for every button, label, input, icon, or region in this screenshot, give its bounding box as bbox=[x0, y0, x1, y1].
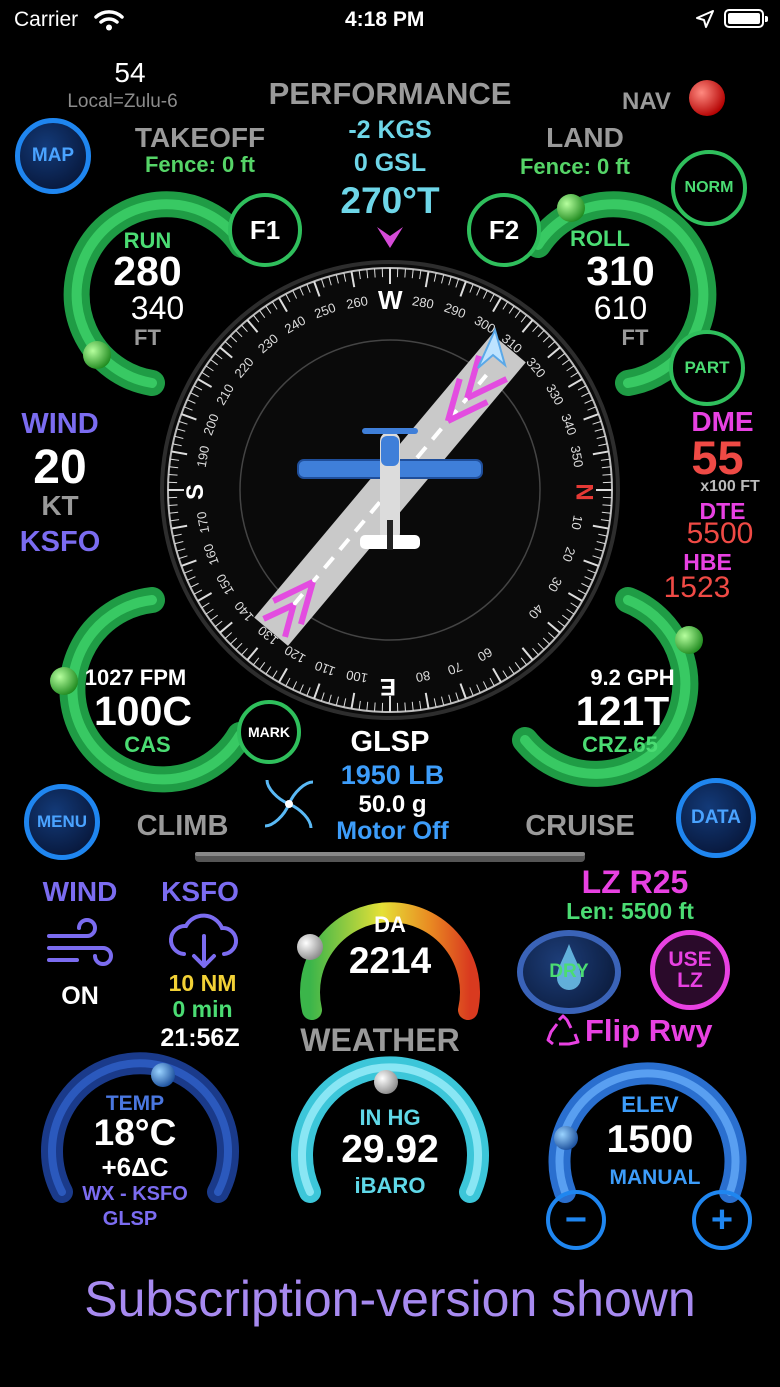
wind-label: WIND bbox=[21, 408, 99, 440]
baro-source: iBARO bbox=[354, 1173, 426, 1198]
compass-north: N bbox=[570, 483, 598, 501]
gsl-readout: 0 GSL bbox=[353, 149, 427, 177]
use-lz-label-line1: USE bbox=[668, 948, 712, 971]
dry-button[interactable]: DRY bbox=[517, 930, 621, 1014]
mark-button[interactable]: MARK bbox=[237, 700, 301, 764]
elev-value[interactable]: 1500 bbox=[575, 1118, 725, 1162]
motor-state: Motor Off bbox=[336, 817, 449, 845]
compass-east: E bbox=[380, 673, 397, 700]
wind-unit: KT bbox=[41, 490, 79, 521]
flip-runway[interactable]: Flip Rwy bbox=[585, 1013, 712, 1049]
nav-label: NAV bbox=[622, 88, 671, 115]
land-unit: FT bbox=[621, 325, 649, 350]
land-label: LAND bbox=[546, 122, 624, 153]
menu-button-label: MENU bbox=[36, 812, 88, 831]
temp-delta: +6ΔC bbox=[101, 1152, 169, 1182]
part-button[interactable]: PART bbox=[669, 330, 745, 406]
climb-label: CLIMB bbox=[136, 810, 229, 842]
norm-button[interactable]: NORM bbox=[671, 150, 747, 226]
weather-wind-label: WIND bbox=[42, 876, 118, 907]
weather-station: KSFO bbox=[161, 876, 239, 907]
zulu-minutes: 54 bbox=[114, 57, 146, 88]
compass-south: S bbox=[182, 483, 210, 501]
takeoff-label: TAKEOFF bbox=[134, 122, 266, 153]
compass-tick bbox=[374, 702, 376, 712]
elev-mode: MANUAL bbox=[609, 1166, 701, 1189]
temp-aircraft: GLSP bbox=[102, 1208, 158, 1230]
compass-tick bbox=[602, 474, 612, 476]
weather-wind-state: ON bbox=[61, 982, 99, 1010]
wind-station: KSFO bbox=[19, 526, 101, 558]
elev-label: ELEV bbox=[621, 1092, 679, 1117]
minus-icon: − bbox=[564, 1199, 588, 1241]
takeoff-fence: Fence: 0 ft bbox=[144, 152, 256, 177]
elev-decrease-button[interactable]: − bbox=[546, 1190, 606, 1250]
use-lz-button[interactable]: USE LZ bbox=[650, 930, 730, 1010]
subscription-caption: Subscription-version shown bbox=[84, 1271, 696, 1327]
aircraft-weight: 1950 LB bbox=[340, 760, 445, 790]
elev-increase-button[interactable]: + bbox=[692, 1190, 752, 1250]
cloud-download-icon[interactable] bbox=[166, 910, 242, 972]
hbe-value: 1523 bbox=[663, 571, 731, 604]
da-value[interactable]: 2214 bbox=[320, 940, 460, 982]
map-button-label: MAP bbox=[31, 145, 75, 166]
land-total: 610 bbox=[593, 290, 648, 326]
wind-value[interactable]: 20 bbox=[5, 440, 115, 495]
compass-west: W bbox=[378, 285, 403, 315]
cruise-label: CRUISE bbox=[525, 810, 635, 842]
f1-button[interactable]: F1 bbox=[228, 193, 302, 267]
climb-speed[interactable]: 100C bbox=[68, 688, 218, 735]
land-fence: Fence: 0 ft bbox=[519, 154, 631, 179]
aircraft-id[interactable]: GLSP bbox=[320, 726, 460, 759]
dme-value[interactable]: 55 bbox=[670, 430, 765, 485]
page-title: PERFORMANCE bbox=[268, 76, 512, 111]
zulu-offset: Local=Zulu-6 bbox=[67, 91, 178, 112]
da-label: DA bbox=[374, 912, 406, 937]
landing-zone: LZ R25 bbox=[581, 864, 689, 900]
f2-button[interactable]: F2 bbox=[467, 193, 541, 267]
f2-button-label: F2 bbox=[488, 214, 520, 245]
data-button-label: DATA bbox=[691, 807, 741, 828]
kgs-readout: -2 KGS bbox=[348, 116, 432, 144]
part-button-label: PART bbox=[684, 358, 730, 377]
weather-title: WEATHER bbox=[300, 1022, 460, 1058]
map-button[interactable]: MAP bbox=[15, 118, 91, 194]
f1-button-label: F1 bbox=[249, 214, 281, 245]
weather-zulu-time: 21:56Z bbox=[160, 1024, 240, 1052]
takeoff-total: 340 bbox=[130, 290, 185, 326]
dry-button-label: DRY bbox=[549, 961, 589, 982]
dte-value: 5500 bbox=[686, 517, 754, 550]
climb-speed-label: CAS bbox=[124, 732, 171, 757]
recycle-icon[interactable] bbox=[545, 1014, 581, 1050]
nav-light[interactable] bbox=[688, 79, 726, 117]
compass-tick bbox=[168, 504, 178, 506]
roll-value[interactable]: 310 bbox=[553, 248, 688, 295]
compass-tick bbox=[374, 268, 376, 278]
run-value[interactable]: 280 bbox=[80, 248, 215, 295]
baro-value[interactable]: 29.92 bbox=[320, 1128, 460, 1172]
propeller-icon[interactable] bbox=[258, 773, 320, 835]
aircraft-fuel: 50.0 g bbox=[358, 791, 427, 818]
weather-age: 0 min bbox=[172, 996, 233, 1022]
norm-button-label: NORM bbox=[684, 179, 734, 196]
compass-tick bbox=[168, 474, 178, 476]
compass-tick bbox=[602, 504, 612, 506]
plus-icon: + bbox=[710, 1199, 734, 1241]
weather-distance: 10 NM bbox=[168, 970, 237, 996]
use-lz-label-line2: LZ bbox=[677, 969, 703, 992]
mark-button-label: MARK bbox=[248, 724, 290, 740]
cruise-setting: CRZ.65 bbox=[582, 732, 658, 757]
lz-length: Len: 5500 ft bbox=[566, 898, 694, 924]
compass-tick bbox=[404, 702, 406, 712]
wind-icon[interactable] bbox=[45, 918, 115, 974]
menu-button[interactable]: MENU bbox=[24, 784, 100, 860]
temp-value[interactable]: 18°C bbox=[65, 1112, 205, 1154]
heading-readout: 270°T bbox=[340, 180, 440, 221]
cruise-speed[interactable]: 121T bbox=[555, 688, 690, 735]
takeoff-unit: FT bbox=[134, 325, 161, 350]
data-button[interactable]: DATA bbox=[676, 778, 756, 858]
temp-source: WX - KSFO bbox=[82, 1183, 188, 1205]
dme-unit: x100 FT bbox=[700, 478, 760, 495]
compass-tick bbox=[404, 268, 406, 278]
